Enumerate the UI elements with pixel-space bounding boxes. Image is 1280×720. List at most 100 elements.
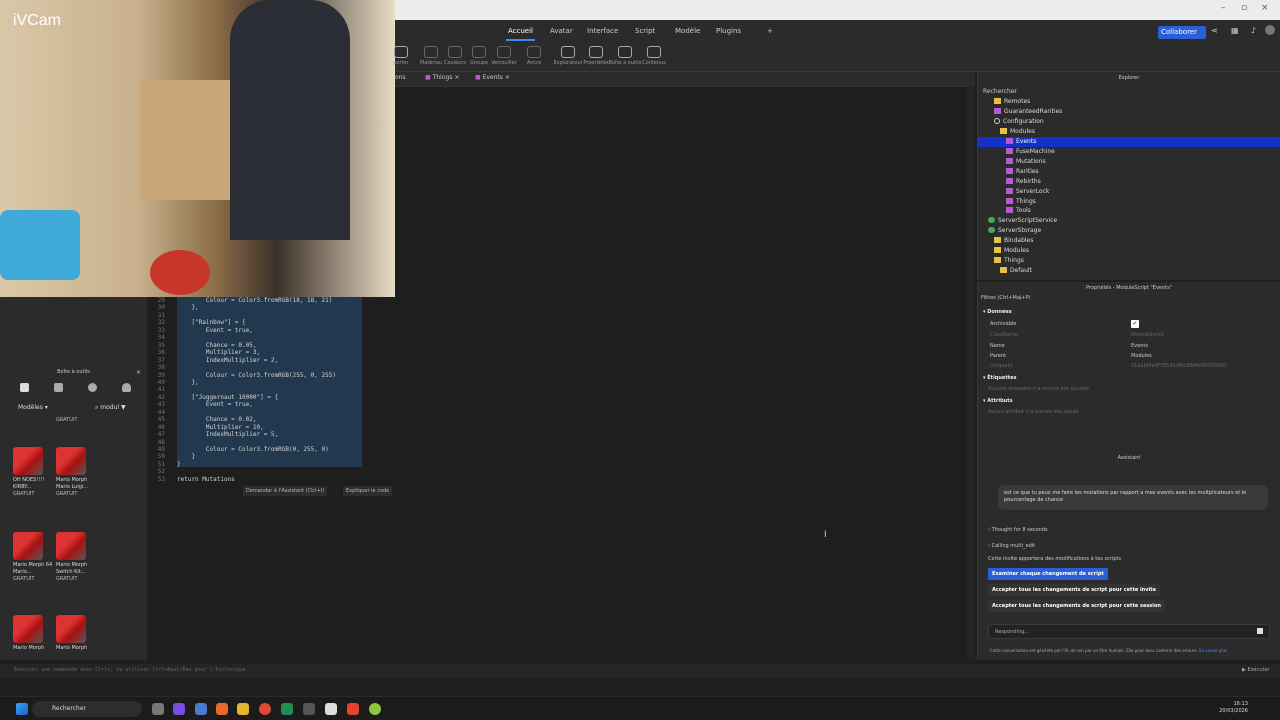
ask-assistant-button[interactable]: Demander à l'Assistant (Ctrl+I) xyxy=(243,486,328,496)
section-data[interactable]: ▾ Données xyxy=(983,309,1012,315)
info-text: Cette invite apportera des modifications… xyxy=(988,556,1122,562)
asset-item[interactable]: Mario Morph xyxy=(56,615,96,652)
tree-item-label: GuaranteedRarities xyxy=(1004,107,1063,115)
prop-name-value[interactable]: Events xyxy=(1131,343,1148,349)
add-tab-button[interactable]: + xyxy=(767,27,773,35)
thought-toggle[interactable]: › Thought for 8 seconds xyxy=(988,527,1048,533)
taskbar-clock[interactable]: 16:13 20/03/2026 xyxy=(1219,701,1248,715)
explorer-search-input[interactable]: Rechercher xyxy=(983,88,1017,95)
explain-code-button[interactable]: Expliquer le code xyxy=(343,486,393,496)
tab-modele[interactable]: Modèle xyxy=(675,27,700,35)
tab-avatar[interactable]: Avatar xyxy=(550,27,573,35)
marketplace-icon[interactable] xyxy=(54,383,63,392)
tree-item[interactable]: Rebirths xyxy=(978,177,1280,187)
settings-icon[interactable] xyxy=(195,703,207,715)
tree-item[interactable]: ServerScriptService xyxy=(978,216,1280,226)
accept-session-button[interactable]: Accepter tous les changements de script … xyxy=(988,600,1165,612)
code-line: ["Rainbow"] = { xyxy=(177,319,246,327)
tree-item[interactable]: Default xyxy=(978,266,1280,276)
tool-call-toggle[interactable]: › Calling multi_edit xyxy=(988,543,1035,549)
section-tags[interactable]: ▾ Étiquettes xyxy=(983,375,1016,381)
bowl xyxy=(0,210,80,280)
close-icon[interactable]: × xyxy=(136,369,141,376)
maximize-icon[interactable]: ▫ xyxy=(1241,3,1247,13)
bell-icon[interactable]: ♪ xyxy=(1251,26,1256,35)
tree-item[interactable]: Mutations xyxy=(978,157,1280,167)
tab-script[interactable]: Script xyxy=(635,27,655,35)
prop-parent-value[interactable]: Modules xyxy=(1131,353,1152,359)
taskbar-search[interactable]: Rechercher xyxy=(32,701,142,717)
doc-tab-modules[interactable]: ons xyxy=(395,74,406,81)
asset-item[interactable]: GRATUIT xyxy=(56,417,96,424)
section-attributes[interactable]: ▾ Attributs xyxy=(983,398,1013,404)
asset-thumbnail xyxy=(56,532,86,560)
tab-interface[interactable]: Interface xyxy=(587,27,618,35)
tree-item-label: Configuration xyxy=(1003,117,1044,125)
tree-item[interactable]: Configuration xyxy=(978,117,1280,127)
tree-item[interactable]: Events xyxy=(978,136,1280,147)
app-icon[interactable] xyxy=(173,703,185,715)
command-input[interactable]: Exécuter une commande avec Ctrl+; ou uti… xyxy=(14,667,246,673)
properties-filter-input[interactable]: Filtres (Ctrl+Maj+P) xyxy=(981,295,1030,301)
collaborate-button[interactable]: Collaborer xyxy=(1158,26,1206,39)
app-icon[interactable] xyxy=(281,703,293,715)
share-icon[interactable]: ⋖ xyxy=(1211,26,1218,35)
tree-item[interactable]: Things xyxy=(978,256,1280,266)
doc-tab-things[interactable]: ■ Things × xyxy=(425,74,459,81)
stop-icon[interactable] xyxy=(1257,628,1263,634)
explorer-panel: Explorer Rechercher Remotes GuaranteedRar… xyxy=(977,72,1280,280)
asset-item[interactable]: OH NOES!!!! KIRBY... GRATUIT xyxy=(13,447,53,498)
tree-item[interactable]: GuaranteedRarities xyxy=(978,107,1280,117)
creations-icon[interactable] xyxy=(122,383,131,392)
tree-item-label: Rarities xyxy=(1016,167,1039,175)
tree-item[interactable]: Bindables xyxy=(978,236,1280,246)
file-explorer-icon[interactable] xyxy=(237,703,249,715)
tree-item[interactable]: Tools xyxy=(978,206,1280,216)
asset-item[interactable]: Mario Morph xyxy=(13,615,53,652)
tree-item[interactable]: Modules xyxy=(978,246,1280,256)
review-changes-button[interactable]: Examiner chaque changement de script xyxy=(988,568,1108,580)
doc-tab-events[interactable]: ■ Events × xyxy=(475,74,510,81)
tab-accueil[interactable]: Accueil xyxy=(506,27,535,41)
code-area[interactable]: Colour = Color3.fromRGB(18, 18, 21) }, [… xyxy=(177,297,467,487)
app-icon[interactable] xyxy=(347,703,359,715)
tab-plugins[interactable]: Plugins xyxy=(716,27,741,35)
collaborate-label: Collaborer xyxy=(1161,28,1197,36)
chrome-icon[interactable] xyxy=(259,703,271,715)
minimize-icon[interactable]: – xyxy=(1221,3,1226,13)
tree-item[interactable]: Rarities xyxy=(978,167,1280,177)
asset-item[interactable]: Mario Morph Switch Kit... GRATUIT xyxy=(56,532,96,583)
category-dropdown[interactable]: Modèles ▾ xyxy=(18,404,48,411)
roblox-studio-icon[interactable] xyxy=(325,703,337,715)
tool-contents[interactable]: Contenus xyxy=(634,46,674,66)
toolbox-search-input[interactable]: ⌕ modul ▼ xyxy=(95,404,126,412)
tree-item-label: FuseMachine xyxy=(1016,147,1055,155)
accept-prompt-button[interactable]: Accepter tous les changements de script … xyxy=(988,584,1160,596)
windows-start-icon[interactable] xyxy=(16,703,28,715)
close-icon[interactable]: × xyxy=(1261,3,1269,13)
tree-item[interactable]: ServerLock xyxy=(978,187,1280,197)
inventory-icon[interactable] xyxy=(20,383,29,392)
tree-item[interactable]: Modules xyxy=(978,127,1280,137)
tree-item[interactable]: Remotes xyxy=(978,97,1280,107)
asset-item[interactable]: Mario Morph 64 Mario... GRATUIT xyxy=(13,532,53,583)
command-bar[interactable]: Exécuter une commande avec Ctrl+; ou uti… xyxy=(0,664,1280,678)
editor-scrollbar[interactable] xyxy=(967,86,975,660)
firefox-icon[interactable] xyxy=(216,703,228,715)
asset-item[interactable]: Mario Morph Mario Luigi... GRATUIT xyxy=(56,447,96,498)
learn-more-link[interactable]: En savoir plus xyxy=(1199,648,1227,653)
task-view-icon[interactable] xyxy=(152,703,164,715)
tree-item[interactable]: ServerStorage xyxy=(978,226,1280,236)
toolbox-panel: Boîte à outils × Modèles ▾ ⌕ modul ▼ GRA… xyxy=(0,297,147,660)
avatar[interactable] xyxy=(1265,25,1275,35)
tree-item[interactable]: Things xyxy=(978,197,1280,207)
app-icon[interactable] xyxy=(303,703,315,715)
grid-icon[interactable]: ▦ xyxy=(1231,26,1239,35)
recent-icon[interactable] xyxy=(88,383,97,392)
tree-item[interactable]: FuseMachine xyxy=(978,147,1280,157)
archivable-checkbox[interactable]: ✓ xyxy=(1131,320,1139,328)
app-icon[interactable] xyxy=(369,703,381,715)
assistant-input[interactable]: Responding... xyxy=(988,624,1270,639)
run-button[interactable]: ▶ Exécuter xyxy=(1242,667,1270,673)
script-editor[interactable] xyxy=(395,86,975,666)
